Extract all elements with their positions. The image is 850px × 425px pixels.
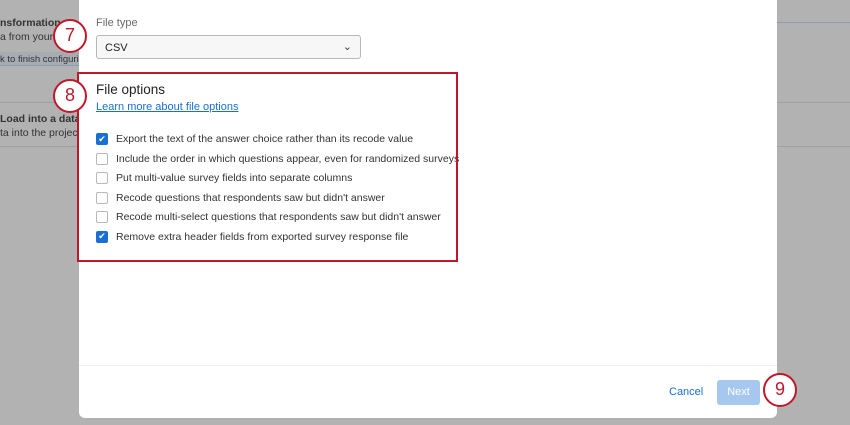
callout-highlight-box	[77, 72, 458, 262]
bg-text: nsformation	[0, 17, 61, 29]
modal-footer	[79, 365, 777, 366]
cancel-button[interactable]: Cancel	[669, 386, 703, 398]
callout-badge-7: 7	[53, 19, 87, 53]
bg-text: a from your	[0, 31, 54, 43]
chevron-down-icon: ⌄	[342, 41, 352, 53]
file-type-select[interactable]: CSV ⌄	[96, 35, 361, 59]
bg-text: k to finish configuring	[0, 54, 90, 65]
divider	[777, 22, 850, 23]
background-page: nsformation a from your k to finish conf…	[0, 0, 850, 425]
callout-badge-9: 9	[763, 373, 797, 407]
next-button[interactable]: Next	[717, 380, 760, 405]
file-type-label: File type	[96, 17, 138, 29]
bg-text: ta into the project	[0, 127, 81, 139]
callout-badge-8: 8	[53, 79, 87, 113]
bg-text: Load into a data	[0, 113, 81, 125]
file-type-value: CSV	[105, 42, 128, 54]
